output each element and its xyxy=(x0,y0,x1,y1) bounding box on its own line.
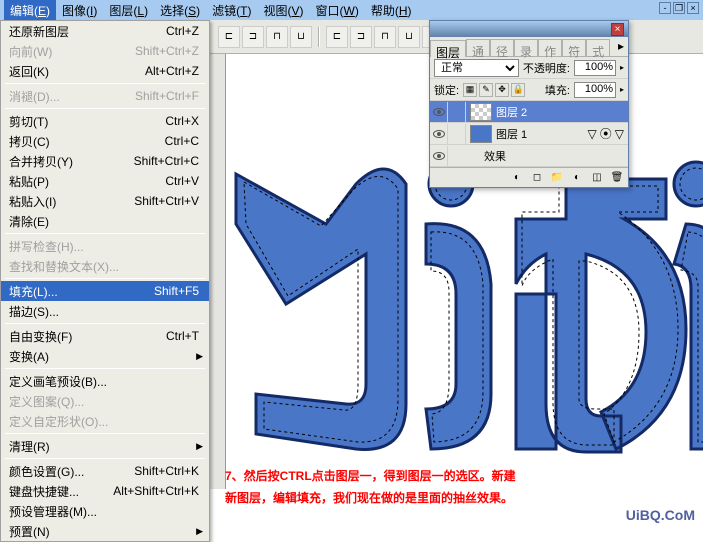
panel-menu-icon[interactable]: ▸ xyxy=(614,37,628,56)
ruler-vertical xyxy=(210,54,226,489)
tool-align-3[interactable]: ⊓ xyxy=(266,26,288,48)
tab-styles[interactable]: 式 xyxy=(586,39,610,56)
blend-mode-select[interactable]: 正常 xyxy=(434,59,519,77)
layers-panel[interactable]: × 图层 通 径 录 作 符 式 ▸ 正常 不透明度: 100% ▸ 锁定: ▦… xyxy=(429,20,629,188)
fill[interactable]: 填充(L)...Shift+F5 xyxy=(1,281,209,301)
lock-all-icon[interactable]: 🔒 xyxy=(511,83,525,97)
window-minimize-icon[interactable]: - xyxy=(659,2,671,14)
transform[interactable]: 变换(A)▶ xyxy=(1,346,209,366)
effect-name: 效果 xyxy=(484,148,506,164)
instruction-text: 7、然后按CTRL点击图层一，得到图层一的选区。新建 新图层，编辑填充，我们现在… xyxy=(225,465,516,509)
window-restore-icon[interactable]: ❐ xyxy=(673,2,685,14)
layer-row-1[interactable]: 图层 1 ▽⦿▽ xyxy=(430,123,628,145)
new-layer-icon[interactable]: ◫ xyxy=(590,171,604,185)
fade[interactable]: 消褪(D)...Shift+Ctrl+F xyxy=(1,86,209,106)
layer-set-icon[interactable]: 📁 xyxy=(550,171,564,185)
edit-dropdown: 还原新图层Ctrl+Z 向前(W)Shift+Ctrl+Z 返回(K)Alt+C… xyxy=(0,20,210,542)
layer-thumbnail[interactable] xyxy=(470,103,492,121)
menu-select[interactable]: 选择(S) xyxy=(154,0,206,21)
layer-visibility-icon[interactable] xyxy=(430,124,448,144)
define-custom-shape[interactable]: 定义自定形状(O)... xyxy=(1,411,209,431)
layer-visibility-icon[interactable] xyxy=(430,102,448,122)
tool-align-1[interactable]: ⊏ xyxy=(218,26,240,48)
define-brush-preset[interactable]: 定义画笔预设(B)... xyxy=(1,371,209,391)
undo-new-layer[interactable]: 还原新图层Ctrl+Z xyxy=(1,21,209,41)
fill-label: 填充: xyxy=(545,82,570,98)
color-settings[interactable]: 颜色设置(G)...Shift+Ctrl+K xyxy=(1,461,209,481)
opacity-arrow-icon[interactable]: ▸ xyxy=(620,63,624,72)
opacity-input[interactable]: 100% xyxy=(574,60,616,76)
tool-align-6[interactable]: ⊐ xyxy=(350,26,372,48)
menu-image[interactable]: 图像(I) xyxy=(56,0,103,21)
preferences[interactable]: 预置(N)▶ xyxy=(1,521,209,541)
tool-align-2[interactable]: ⊐ xyxy=(242,26,264,48)
clear[interactable]: 清除(E) xyxy=(1,211,209,231)
lock-transparency-icon[interactable]: ▦ xyxy=(463,83,477,97)
panel-titlebar[interactable]: × xyxy=(430,21,628,37)
layers-panel-footer: ◐ ◻ 📁 ◐ ◫ 🗑 xyxy=(430,167,628,187)
tool-align-7[interactable]: ⊓ xyxy=(374,26,396,48)
layer-link-cell[interactable] xyxy=(448,102,466,122)
tab-paths[interactable]: 径 xyxy=(490,39,514,56)
layer-name[interactable]: 图层 2 xyxy=(496,104,527,120)
menu-edit[interactable]: 编辑(E) xyxy=(4,0,56,21)
delete-layer-icon[interactable]: 🗑 xyxy=(610,171,624,185)
layer-name[interactable]: 图层 1 xyxy=(496,126,527,142)
find-replace-text[interactable]: 查找和替换文本(X)... xyxy=(1,256,209,276)
layer-thumbnail[interactable] xyxy=(470,125,492,143)
tab-actions[interactable]: 作 xyxy=(538,39,562,56)
menu-view[interactable]: 视图(V) xyxy=(257,0,309,21)
keyboard-shortcuts[interactable]: 键盘快捷键...Alt+Shift+Ctrl+K xyxy=(1,481,209,501)
lock-position-icon[interactable]: ✥ xyxy=(495,83,509,97)
layer-effect-row[interactable]: 效果 xyxy=(430,145,628,167)
spell-check[interactable]: 拼写检查(H)... xyxy=(1,236,209,256)
layer-mask-icon[interactable]: ◻ xyxy=(530,171,544,185)
preset-manager[interactable]: 预设管理器(M)... xyxy=(1,501,209,521)
copy-merged[interactable]: 合并拷贝(Y)Shift+Ctrl+C xyxy=(1,151,209,171)
lock-label: 锁定: xyxy=(434,82,459,98)
menu-filter[interactable]: 滤镜(T) xyxy=(206,0,257,21)
layer-link-cell[interactable] xyxy=(448,124,466,144)
step-forward[interactable]: 向前(W)Shift+Ctrl+Z xyxy=(1,41,209,61)
fill-input[interactable]: 100% xyxy=(574,82,616,98)
menubar: 编辑(E) 图像(I) 图层(L) 选择(S) 滤镜(T) 视图(V) 窗口(W… xyxy=(0,0,703,20)
tab-history[interactable]: 录 xyxy=(514,39,538,56)
fx-collapse-icon[interactable]: ▽ xyxy=(615,127,624,141)
window-close-icon[interactable]: × xyxy=(687,2,699,14)
lock-pixels-icon[interactable]: ✎ xyxy=(479,83,493,97)
stroke[interactable]: 描边(S)... xyxy=(1,301,209,321)
layer-style-icon[interactable]: ◐ xyxy=(510,171,524,185)
step-backward[interactable]: 返回(K)Alt+Ctrl+Z xyxy=(1,61,209,81)
tab-channels[interactable]: 通 xyxy=(466,39,490,56)
purge[interactable]: 清理(R)▶ xyxy=(1,436,209,456)
menu-window[interactable]: 窗口(W) xyxy=(310,0,365,21)
effect-visibility-icon[interactable] xyxy=(430,146,448,166)
menu-layer[interactable]: 图层(L) xyxy=(103,0,154,21)
cut[interactable]: 剪切(T)Ctrl+X xyxy=(1,111,209,131)
free-transform[interactable]: 自由变换(F)Ctrl+T xyxy=(1,326,209,346)
panel-close-icon[interactable]: × xyxy=(611,23,624,36)
menu-help[interactable]: 帮助(H) xyxy=(365,0,418,21)
paste-into[interactable]: 粘贴入(I)Shift+Ctrl+V xyxy=(1,191,209,211)
fx-badge-icon: ⦿ xyxy=(600,125,612,142)
adjustment-layer-icon[interactable]: ◐ xyxy=(570,171,584,185)
layer-list: 图层 2 图层 1 ▽⦿▽ 效果 xyxy=(430,101,628,167)
tool-align-4[interactable]: ⊔ xyxy=(290,26,312,48)
panel-tabs: 图层 通 径 录 作 符 式 ▸ xyxy=(430,37,628,57)
watermark: UiBQ.CoM xyxy=(626,507,695,523)
tool-align-8[interactable]: ⊔ xyxy=(398,26,420,48)
copy[interactable]: 拷贝(C)Ctrl+C xyxy=(1,131,209,151)
define-pattern[interactable]: 定义图案(Q)... xyxy=(1,391,209,411)
tool-align-5[interactable]: ⊏ xyxy=(326,26,348,48)
fx-triangle-icon[interactable]: ▽ xyxy=(588,127,597,141)
fill-arrow-icon[interactable]: ▸ xyxy=(620,85,624,94)
layer-row-2[interactable]: 图层 2 xyxy=(430,101,628,123)
tab-layers[interactable]: 图层 xyxy=(430,40,466,57)
opacity-label: 不透明度: xyxy=(523,60,570,76)
paste[interactable]: 粘贴(P)Ctrl+V xyxy=(1,171,209,191)
tab-char[interactable]: 符 xyxy=(562,39,586,56)
